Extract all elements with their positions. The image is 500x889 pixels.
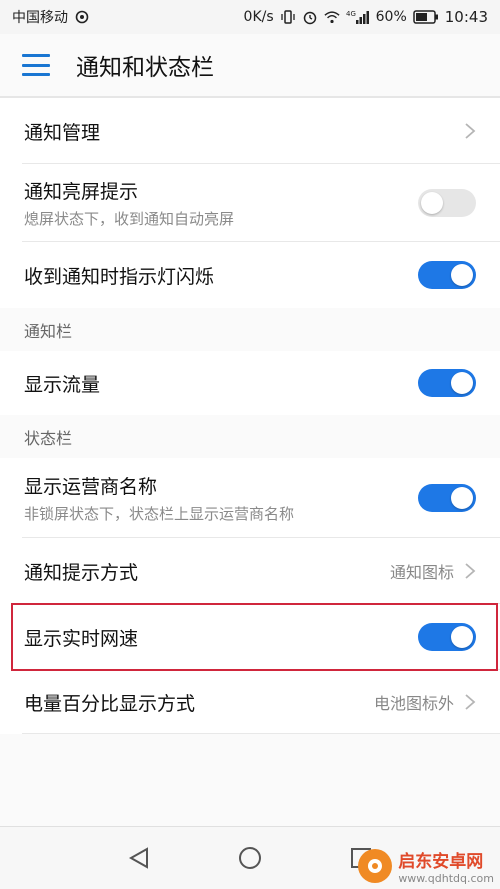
- wake-screen-toggle[interactable]: [418, 189, 476, 217]
- hd-call-icon: [74, 9, 90, 25]
- show-traffic-toggle[interactable]: [418, 369, 476, 397]
- app-bar: 通知和状态栏: [0, 34, 500, 98]
- row-battery-percent[interactable]: 电量百分比显示方式 电池图标外: [0, 670, 500, 734]
- row-wake-screen[interactable]: 通知亮屏提示 熄屏状态下，收到通知自动亮屏: [0, 164, 500, 242]
- row-title: 显示流量: [24, 373, 101, 396]
- row-show-traffic[interactable]: 显示流量: [0, 351, 500, 415]
- carrier-name-toggle[interactable]: [418, 484, 476, 512]
- carrier-label: 中国移动: [12, 10, 68, 26]
- signal-icon: 4G: [346, 9, 370, 25]
- row-led-blink[interactable]: 收到通知时指示灯闪烁: [0, 242, 500, 308]
- menu-icon[interactable]: [22, 54, 50, 76]
- led-blink-toggle[interactable]: [418, 261, 476, 289]
- status-bar: 中国移动 0K/s 4G 60% 10:43: [0, 0, 500, 34]
- chevron-right-icon: [465, 563, 476, 579]
- vibrate-icon: [280, 9, 296, 25]
- row-subtitle: 非锁屏状态下，状态栏上显示运营商名称: [24, 505, 295, 523]
- row-subtitle: 熄屏状态下，收到通知自动亮屏: [24, 210, 235, 228]
- alarm-icon: [302, 9, 318, 25]
- battery-icon: [413, 9, 439, 25]
- realtime-speed-toggle[interactable]: [418, 623, 476, 651]
- chevron-right-icon: [465, 694, 476, 710]
- notification-method-value: 通知图标: [389, 563, 454, 582]
- section-header-notification-bar: 通知栏: [0, 308, 500, 351]
- back-icon[interactable]: [128, 846, 150, 870]
- page-title: 通知和状态栏: [76, 55, 214, 81]
- battery-percent-value: 电池图标外: [373, 694, 454, 713]
- watermark-url: www.qdhtdq.com: [398, 872, 494, 885]
- clock: 10:43: [444, 8, 488, 26]
- row-title: 通知亮屏提示: [24, 181, 139, 203]
- battery-percent: 60%: [375, 9, 407, 25]
- section-header-status-bar: 状态栏: [0, 415, 500, 458]
- watermark-logo-icon: [358, 849, 393, 883]
- row-realtime-speed[interactable]: 显示实时网速: [0, 604, 500, 670]
- wifi-icon: [324, 9, 340, 25]
- row-title: 显示运营商名称: [24, 476, 158, 498]
- chevron-right-icon: [465, 123, 476, 139]
- row-notification-method[interactable]: 通知提示方式 通知图标: [0, 538, 500, 604]
- svg-text:4G: 4G: [346, 10, 356, 18]
- row-title: 通知管理: [24, 121, 101, 144]
- row-title: 通知提示方式: [24, 561, 139, 584]
- row-title: 收到通知时指示灯闪烁: [24, 265, 215, 288]
- watermark-title: 启东安卓网: [398, 852, 484, 872]
- row-notification-management[interactable]: 通知管理: [0, 98, 500, 164]
- row-carrier-name[interactable]: 显示运营商名称 非锁屏状态下，状态栏上显示运营商名称: [0, 458, 500, 538]
- home-icon[interactable]: [238, 846, 262, 870]
- net-speed: 0K/s: [243, 9, 274, 25]
- watermark: 启东安卓网 www.qdhtdq.com: [358, 847, 494, 885]
- row-title: 显示实时网速: [24, 627, 139, 650]
- row-title: 电量百分比显示方式: [24, 692, 196, 715]
